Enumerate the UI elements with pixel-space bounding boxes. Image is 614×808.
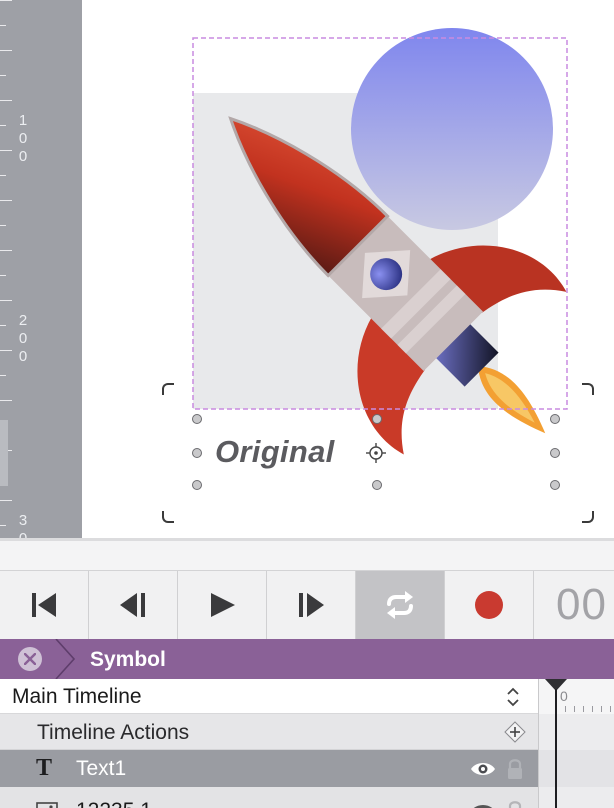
resize-handle-top-left[interactable]	[192, 414, 202, 424]
group-corner-br	[582, 511, 594, 523]
timeline-actions-label: Timeline Actions	[37, 721, 190, 744]
timeline-selector[interactable]: Main Timeline	[0, 679, 538, 714]
ruler-selection-marker	[0, 420, 8, 486]
stage-canvas[interactable]: Original	[82, 0, 614, 540]
loop-button[interactable]	[356, 571, 445, 639]
ruler-tick	[0, 400, 12, 401]
track-tick	[574, 706, 575, 712]
layer-row-text1[interactable]: T Text1	[0, 750, 538, 787]
timeline-track-area[interactable]: 0	[538, 679, 614, 808]
track-tick	[610, 706, 611, 712]
timeline-selector-label: Main Timeline	[12, 685, 142, 708]
skip-start-icon	[32, 593, 56, 617]
vertical-ruler: 100 200 300	[0, 0, 82, 540]
loop-icon	[387, 591, 413, 619]
ruler-tick	[0, 125, 6, 126]
record-button[interactable]	[445, 571, 534, 639]
ruler-tick	[0, 500, 12, 501]
playback-controls: 00	[0, 570, 614, 640]
ruler-tick	[0, 25, 6, 26]
symbol-breadcrumb-bar: Symbol	[0, 639, 614, 679]
ruler-tick	[0, 200, 12, 201]
ruler-tick	[0, 75, 6, 76]
layer-name-text1: Text1	[76, 757, 127, 780]
transform-origin-icon[interactable]	[366, 443, 386, 463]
ruler-label-100: 100	[18, 112, 28, 165]
add-action-icon[interactable]	[504, 721, 526, 743]
updown-chevron-icon[interactable]	[505, 685, 521, 709]
resize-handle-bottom-center[interactable]	[372, 480, 382, 490]
play-button[interactable]	[178, 571, 267, 639]
resize-handle-top-center[interactable]	[372, 414, 382, 424]
time-display[interactable]: 00	[534, 571, 614, 639]
ruler-tick	[0, 250, 12, 251]
ruler-tick	[0, 150, 12, 151]
resize-handle-middle-right[interactable]	[550, 448, 560, 458]
ruler-tick	[0, 50, 12, 51]
ruler-tick	[0, 525, 6, 526]
track-tick	[601, 706, 602, 712]
step-forward-icon	[299, 593, 324, 617]
stage-artwork	[192, 28, 568, 455]
ruler-tick	[0, 225, 6, 226]
resize-handle-bottom-right[interactable]	[550, 480, 560, 490]
ruler-tick	[0, 350, 12, 351]
track-tick	[592, 706, 593, 712]
group-corner-tl	[162, 383, 174, 395]
eye-icon[interactable]	[470, 760, 496, 778]
go-to-start-button[interactable]	[0, 571, 89, 639]
breadcrumb-chevron-icon	[55, 639, 76, 679]
ruler-tick	[0, 375, 6, 376]
layer-name-image: 12235 1	[76, 799, 152, 808]
resize-handle-bottom-left[interactable]	[192, 480, 202, 490]
group-corner-bl	[162, 511, 174, 523]
text-element-original[interactable]: Original	[215, 434, 335, 470]
group-corner-tr	[582, 383, 594, 395]
ruler-tick	[0, 100, 12, 101]
step-back-icon	[120, 593, 145, 617]
track-tick	[583, 706, 584, 712]
ruler-tick	[0, 175, 6, 176]
resize-handle-middle-left[interactable]	[192, 448, 202, 458]
play-icon	[211, 593, 235, 617]
ruler-tick	[0, 0, 12, 1]
moon-shape	[351, 28, 553, 230]
close-symbol-button[interactable]	[18, 647, 42, 671]
ruler-tick	[0, 275, 6, 276]
breadcrumb-symbol[interactable]: Symbol	[90, 648, 166, 672]
timeline-actions-row[interactable]: Timeline Actions	[0, 714, 538, 750]
timeline-layer-panel: Main Timeline Timeline Actions T Text1	[0, 679, 538, 808]
ruler-tick	[0, 325, 6, 326]
close-icon	[24, 653, 36, 665]
ruler-label-300: 300	[18, 512, 28, 540]
ruler-label-200: 200	[18, 312, 28, 365]
stage-footer	[0, 541, 614, 570]
record-icon	[475, 591, 503, 619]
next-frame-button[interactable]	[267, 571, 356, 639]
eye-icon[interactable]	[470, 802, 496, 808]
resize-handle-top-right[interactable]	[550, 414, 560, 424]
image-layer-icon	[36, 802, 58, 808]
lock-icon[interactable]	[506, 757, 524, 781]
text-layer-icon: T	[36, 755, 53, 781]
layer-row-image[interactable]: 12235 1	[0, 787, 538, 808]
playhead[interactable]	[543, 679, 571, 808]
lock-icon[interactable]	[506, 799, 524, 808]
previous-frame-button[interactable]	[89, 571, 178, 639]
ruler-tick	[0, 300, 12, 301]
